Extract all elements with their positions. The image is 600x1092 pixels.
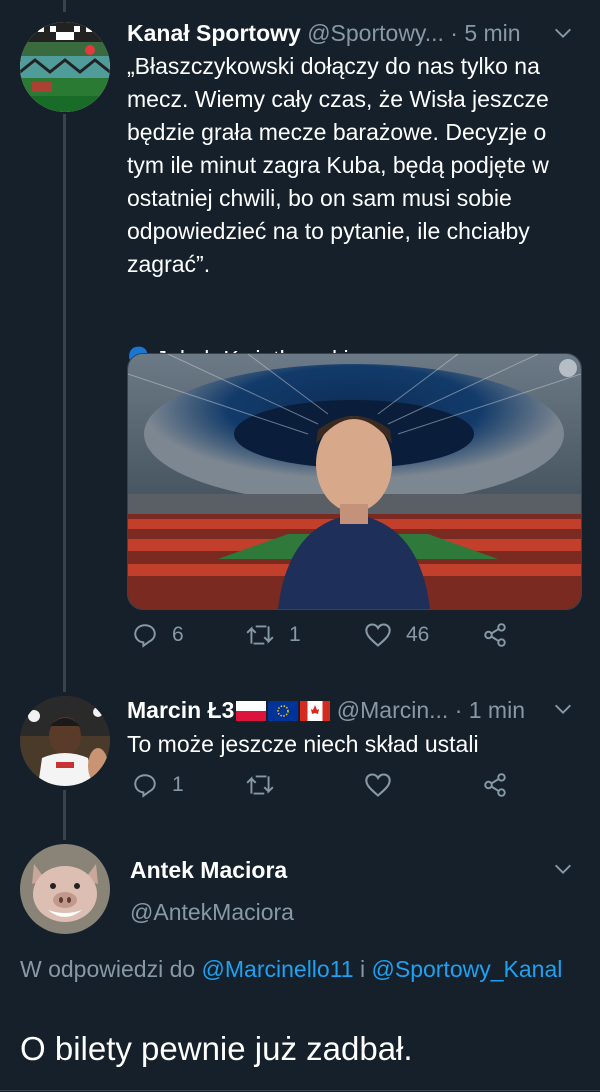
basketball-player-photo [20, 696, 110, 786]
reply-icon [134, 774, 156, 798]
reply-icon [134, 624, 156, 648]
divider [0, 1090, 600, 1091]
retweet-icon [246, 625, 274, 645]
handle[interactable]: @AntekMaciora [130, 897, 294, 927]
mention-sportowy-kanal[interactable]: @Sportowy_Kanal [372, 956, 563, 982]
display-name[interactable]: Kanał Sportowy [127, 20, 301, 46]
tweet-text: O bilety pewnie już zadbał. [20, 1030, 413, 1067]
tweet-header: Marcin Ł3 @Marcin... · 1 min [127, 695, 525, 725]
share-icon [484, 773, 506, 797]
retweet-icon [246, 775, 274, 795]
reply-conjunction: i [359, 956, 366, 982]
focused-tweet: Antek Maciora @AntekMaciora W odpowiedzi… [0, 840, 600, 1092]
display-name[interactable]: Antek Maciora [130, 855, 287, 885]
timestamp[interactable]: · 5 min [450, 20, 520, 46]
reply-button[interactable]: 1 [132, 772, 184, 798]
tweet-1[interactable]: Kanał Sportowy @Sportowy... · 5 min „Bła… [0, 0, 600, 690]
stadium-image [128, 354, 581, 609]
like-icon [365, 623, 391, 647]
tweet-actions: 1 [127, 772, 527, 812]
timestamp[interactable]: · 1 min [455, 697, 525, 723]
tweet-actions: 6 1 46 [127, 622, 527, 662]
flag-eu-icon [268, 701, 299, 721]
avatar[interactable] [20, 696, 110, 786]
handle[interactable]: @Sportowy... [307, 20, 444, 46]
reply-button[interactable]: 6 [132, 622, 184, 648]
like-icon [365, 773, 391, 797]
retweet-button[interactable]: 1 [245, 622, 301, 648]
chevron-down-icon[interactable] [552, 22, 574, 49]
handle[interactable]: @Marcin... [337, 697, 449, 723]
tweet-2[interactable]: Marcin Ł3 @Marcin... · 1 min To może jes… [0, 690, 600, 840]
reply-count: 1 [172, 773, 184, 796]
display-name[interactable]: Marcin Ł3 [127, 697, 234, 723]
mention-marcinello11[interactable]: @Marcinello11 [202, 956, 354, 982]
retweet-button[interactable] [245, 772, 275, 798]
tweet-header: Kanał Sportowy @Sportowy... · 5 min [127, 18, 521, 48]
pig-face-photo [20, 844, 110, 934]
share-icon [484, 623, 506, 647]
reply-count: 6 [172, 623, 184, 646]
retweet-count: 1 [289, 623, 301, 646]
channel-logo [20, 22, 110, 112]
reply-context: W odpowiedzi do @Marcinello11 i @Sportow… [20, 953, 580, 985]
avatar[interactable] [20, 844, 110, 934]
flag-canada-icon [300, 701, 331, 721]
tweet-text: „Błaszczykowski dołączy do nas tylko na … [127, 53, 549, 277]
like-count: 46 [406, 623, 430, 646]
like-button[interactable]: 46 [364, 622, 429, 648]
chevron-down-icon[interactable] [552, 858, 574, 885]
avatar[interactable] [20, 22, 110, 112]
like-button[interactable] [364, 772, 392, 798]
share-button[interactable] [482, 622, 508, 648]
chevron-down-icon[interactable] [552, 698, 574, 725]
flag-poland-icon [236, 701, 267, 721]
tweet-text: To może jeszcze niech skład ustali [127, 731, 479, 757]
tweet-video-thumbnail[interactable] [127, 353, 582, 610]
share-button[interactable] [482, 772, 508, 798]
reply-prefix: W odpowiedzi do [20, 956, 196, 982]
